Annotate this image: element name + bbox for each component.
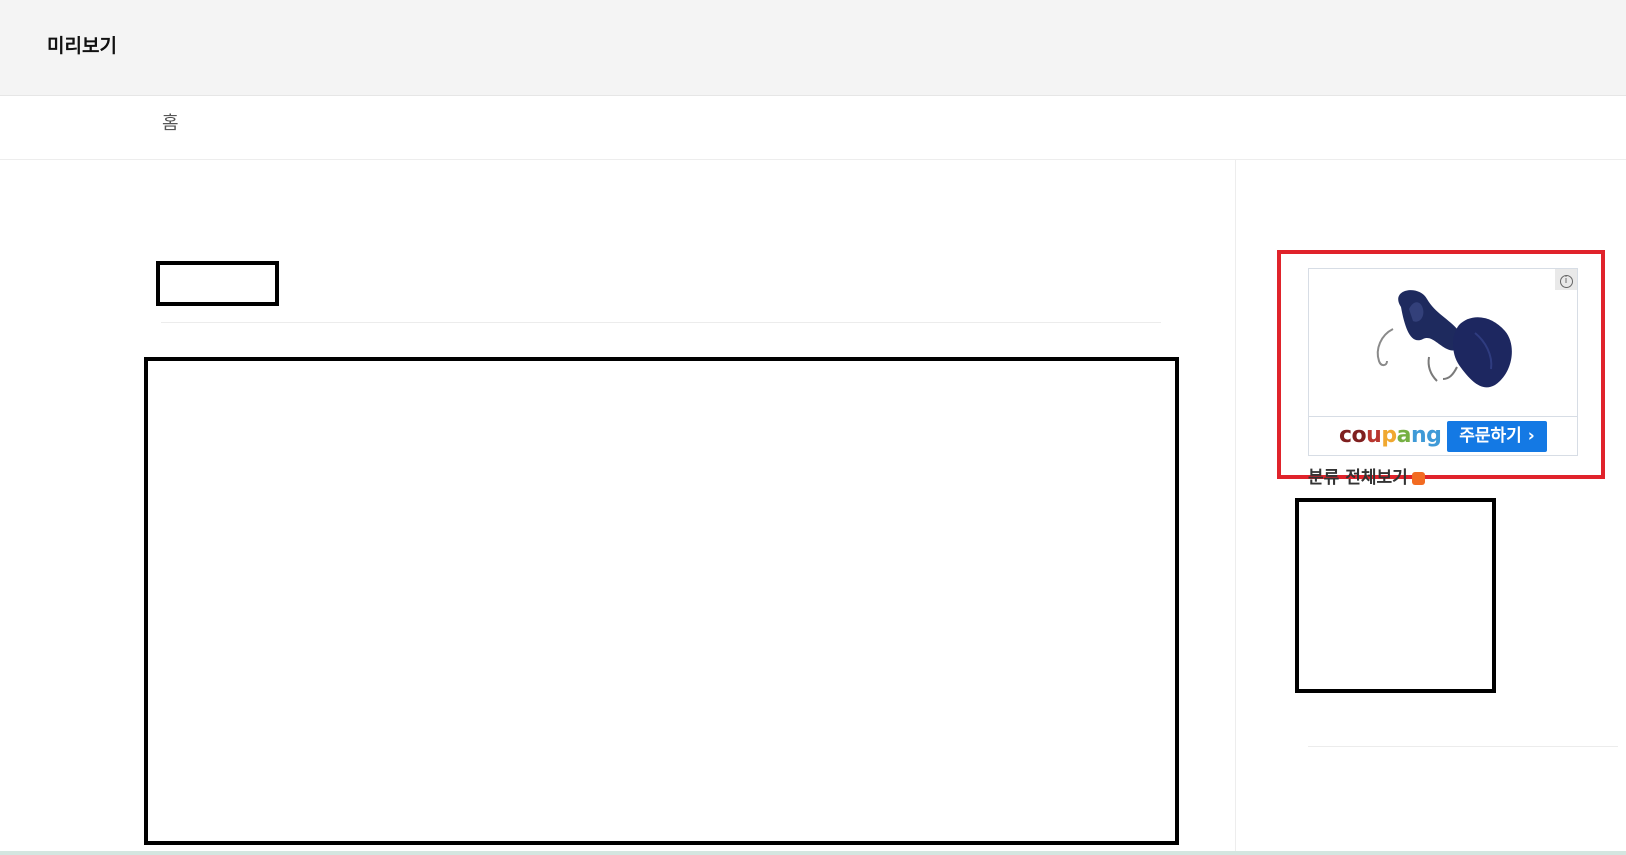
nav-bar: 홈 <box>0 96 1626 160</box>
ad-info-icon[interactable]: i <box>1555 269 1577 290</box>
top-bar: 미리보기 <box>0 0 1626 96</box>
post-title-placeholder <box>156 261 279 306</box>
category-list-placeholder <box>1295 498 1496 693</box>
ad-product-image[interactable]: i <box>1309 269 1577 417</box>
bottom-strip <box>0 851 1626 855</box>
coupang-ad-card[interactable]: i coupang 주문하기 › <box>1308 268 1578 456</box>
content-divider <box>161 322 1161 323</box>
sidebar-divider <box>1235 160 1236 855</box>
chevron-right-icon: › <box>1527 426 1535 446</box>
sidebar-section-divider <box>1308 746 1618 747</box>
category-all-label: 분류 전체보기 <box>1308 468 1408 488</box>
coupang-logo: coupang <box>1339 423 1442 448</box>
category-all-link[interactable]: 분류 전체보기 <box>1308 463 1425 488</box>
new-badge-icon <box>1411 471 1425 485</box>
neck-pillow-image <box>1376 290 1512 388</box>
ad-footer: coupang 주문하기 › <box>1309 417 1577 456</box>
order-button-label: 주문하기 <box>1459 426 1522 446</box>
preview-title: 미리보기 <box>47 35 117 57</box>
nav-home-link[interactable]: 홈 <box>162 109 179 135</box>
order-button[interactable]: 주문하기 › <box>1447 421 1547 452</box>
post-content-placeholder <box>144 357 1179 845</box>
